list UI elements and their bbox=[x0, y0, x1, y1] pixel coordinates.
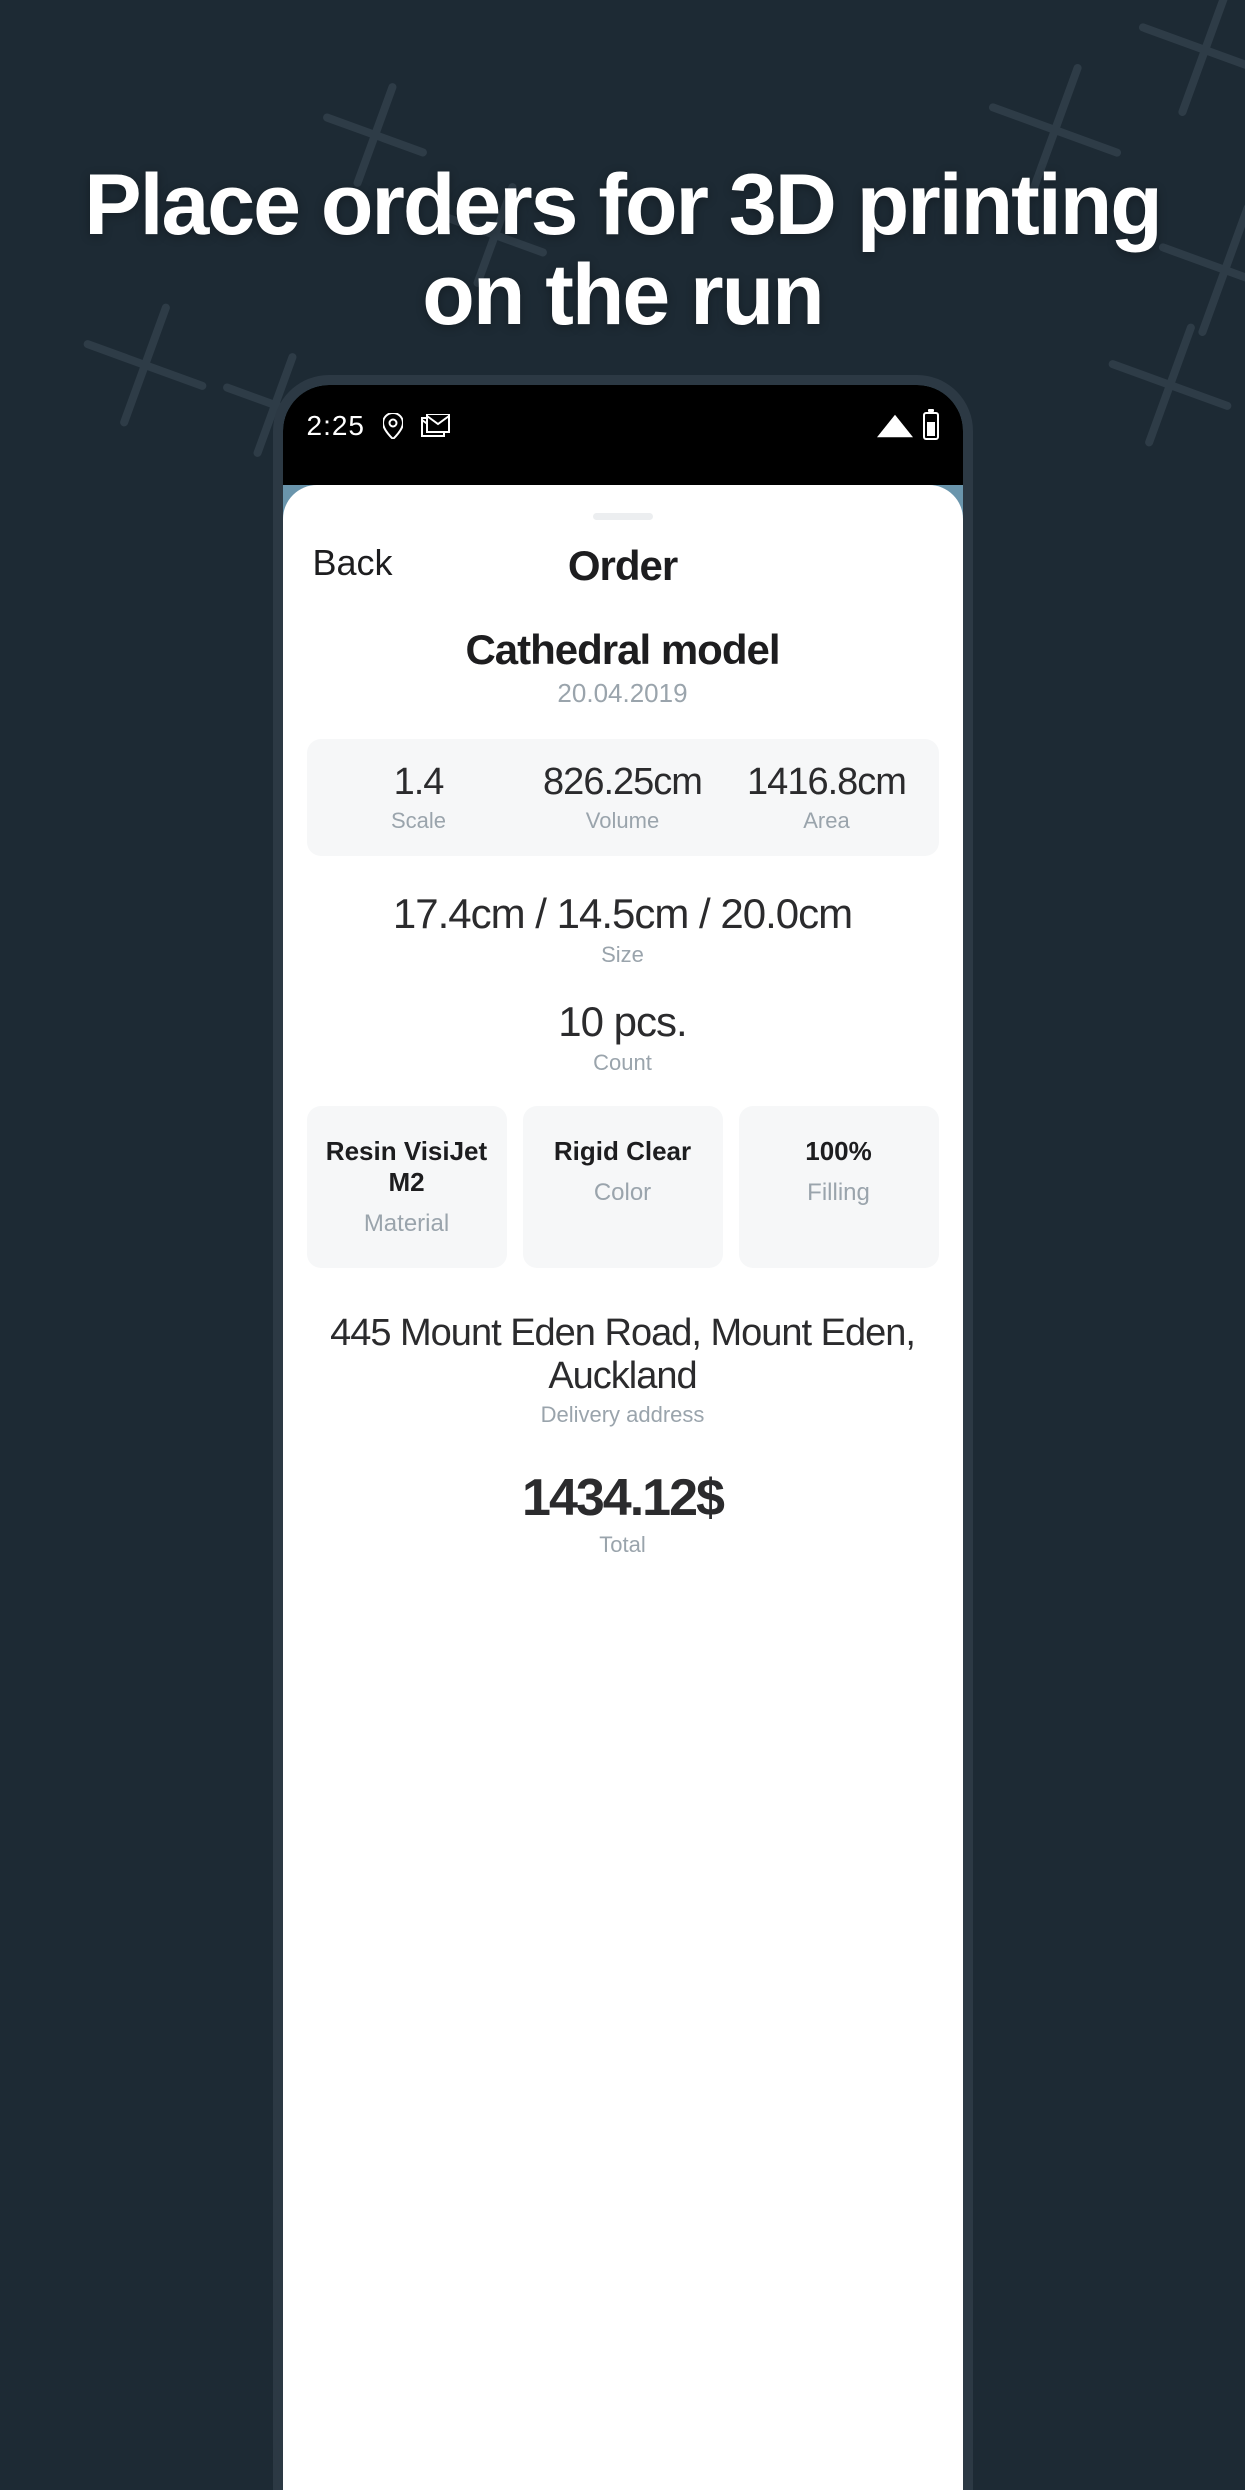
stat-volume: 826.25cm Volume bbox=[521, 761, 725, 834]
address-value: 445 Mount Eden Road, Mount Eden, Aucklan… bbox=[307, 1312, 939, 1398]
color-label: Color bbox=[533, 1179, 713, 1207]
filling-label: Filling bbox=[749, 1179, 929, 1207]
mail-icon bbox=[421, 414, 451, 438]
promo-headline: Place orders for 3D printing on the run bbox=[0, 160, 1245, 341]
size-value: 17.4cm / 14.5cm / 20.0cm bbox=[307, 890, 939, 938]
order-sheet: Back Order Cathedral model 20.04.2019 1.… bbox=[283, 485, 963, 2490]
stat-area-label: Area bbox=[725, 808, 929, 834]
battery-icon bbox=[923, 412, 939, 440]
color-card[interactable]: Rigid Clear Color bbox=[523, 1106, 723, 1268]
count-row: 10 pcs. Count bbox=[307, 998, 939, 1076]
device-frame: 2:25 Back O bbox=[273, 375, 973, 2490]
status-bar: 2:25 bbox=[283, 385, 963, 485]
address-row: 445 Mount Eden Road, Mount Eden, Aucklan… bbox=[307, 1312, 939, 1428]
size-label: Size bbox=[307, 942, 939, 968]
count-value: 10 pcs. bbox=[307, 998, 939, 1046]
count-label: Count bbox=[307, 1050, 939, 1076]
color-value: Rigid Clear bbox=[533, 1136, 713, 1167]
total-label: Total bbox=[307, 1532, 939, 1558]
material-value: Resin VisiJet M2 bbox=[317, 1136, 497, 1198]
stat-area-value: 1416.8cm bbox=[725, 761, 929, 804]
filling-value: 100% bbox=[749, 1136, 929, 1167]
sheet-title: Order bbox=[568, 542, 677, 590]
material-label: Material bbox=[317, 1210, 497, 1238]
stats-bar: 1.4 Scale 826.25cm Volume 1416.8cm Area bbox=[307, 739, 939, 856]
wifi-icon bbox=[877, 415, 913, 437]
stat-scale-label: Scale bbox=[317, 808, 521, 834]
model-date: 20.04.2019 bbox=[307, 678, 939, 709]
stat-scale: 1.4 Scale bbox=[317, 761, 521, 834]
stat-volume-value: 826.25cm bbox=[521, 761, 725, 804]
drag-handle[interactable] bbox=[593, 513, 653, 520]
stat-scale-value: 1.4 bbox=[317, 761, 521, 804]
back-button[interactable]: Back bbox=[313, 542, 393, 584]
stat-volume-label: Volume bbox=[521, 808, 725, 834]
stat-area: 1416.8cm Area bbox=[725, 761, 929, 834]
location-icon bbox=[383, 413, 403, 439]
filling-card[interactable]: 100% Filling bbox=[739, 1106, 939, 1268]
model-name: Cathedral model bbox=[307, 626, 939, 674]
material-card[interactable]: Resin VisiJet M2 Material bbox=[307, 1106, 507, 1268]
address-label: Delivery address bbox=[307, 1402, 939, 1428]
total-value: 1434.12$ bbox=[307, 1468, 939, 1528]
total-row: 1434.12$ Total bbox=[307, 1468, 939, 1558]
status-time: 2:25 bbox=[307, 410, 366, 442]
size-row: 17.4cm / 14.5cm / 20.0cm Size bbox=[307, 890, 939, 968]
